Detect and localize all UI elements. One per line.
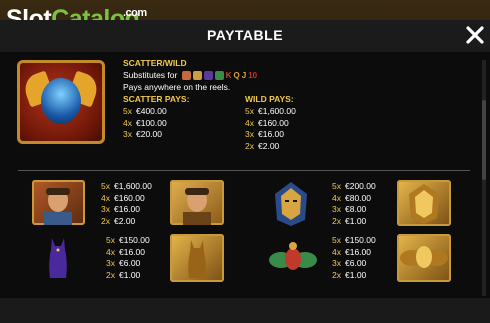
paytable-title: PAYTABLE: [206, 27, 284, 43]
scarab-symbol: [267, 240, 319, 278]
book-of-ra-scatter-symbol: [17, 60, 105, 144]
pharaoh-mini-icon: [192, 71, 202, 81]
scrollbar-thumb[interactable]: [482, 100, 486, 180]
scatter-wild-title: SCATTER/WILD: [123, 58, 187, 68]
pharaoh-mask-icon: [275, 182, 307, 226]
close-icon: [466, 26, 484, 44]
substitutes-line: Substitutes for K Q J 10: [123, 70, 259, 82]
section-divider: [18, 170, 470, 171]
paytable-scrollbar[interactable]: [482, 60, 486, 296]
number-10: 10: [248, 71, 258, 80]
pharaoh-mask-icon: [409, 184, 439, 224]
pay-row: 2x €2.00: [101, 215, 136, 226]
pay-row: 3x €6.00: [332, 258, 367, 268]
scarab-beetle-icon: [400, 246, 448, 268]
pay-row: 4x €100.00: [123, 117, 167, 128]
pay-row: 4x €16.00: [106, 246, 145, 257]
letter-q: Q: [233, 71, 240, 80]
pay-row: 2x €1.00: [332, 215, 367, 226]
pharaoh-symbol: [267, 180, 315, 226]
pay-row: 3x €16.00: [245, 129, 284, 139]
cat-statue-icon: [188, 240, 206, 278]
explorer-face-icon: [183, 188, 211, 225]
wild-pays-title: WILD PAYS:: [245, 94, 294, 104]
pay-row: 5x €200.00: [332, 181, 376, 191]
scarab-beetle-icon: [269, 242, 317, 270]
pay-row: 2x €1.00: [106, 269, 141, 280]
pay-row: 5x €1,600.00: [245, 106, 296, 116]
pay-row: 5x €150.00: [106, 235, 150, 245]
substitute-symbols: K Q J 10: [181, 70, 259, 82]
cat-symbol: [40, 234, 76, 282]
pay-row: 5x €400.00: [123, 106, 167, 116]
scatter-pays-title: SCATTER PAYS:: [123, 94, 190, 104]
pharaoh-gold-symbol: [397, 180, 451, 226]
explorer-face-icon: [44, 188, 72, 225]
pay-row: 3x €16.00: [101, 204, 140, 214]
pay-row: 2x €2.00: [245, 140, 280, 151]
explorer-symbol: [32, 180, 85, 225]
explorer-mini-icon: [181, 71, 191, 81]
scarab-body-icon: [41, 78, 81, 124]
pay-row: 4x €16.00: [332, 246, 371, 257]
close-button[interactable]: [464, 24, 486, 46]
letter-k: K: [225, 71, 232, 80]
pay-row: 3x €8.00: [332, 204, 367, 214]
cat-pays: 5x €150.00 4x €16.00 3x €6.00 2x €1.00: [106, 235, 150, 281]
pay-row: 5x €150.00: [332, 235, 376, 245]
cat-mini-icon: [203, 71, 213, 81]
pay-row: 4x €160.00: [101, 192, 145, 203]
explorer-pays: 5x €1,600.00 4x €160.00 3x €16.00 2x €2.00: [101, 181, 152, 227]
pay-row: 2x €1.00: [332, 269, 367, 280]
wild-pays-list: 5x €1,600.00 4x €160.00 3x €16.00 2x €2.00: [245, 106, 296, 152]
pays-anywhere-text: Pays anywhere on the reels.: [123, 82, 231, 92]
cat-gold-symbol: [170, 234, 224, 282]
scarab-pays: 5x €150.00 4x €16.00 3x €6.00 2x €1.00: [332, 235, 376, 281]
scatter-pays-list: 5x €400.00 4x €100.00 3x €20.00: [123, 106, 167, 141]
game-bottom-bar: [0, 298, 490, 323]
pay-row: 4x €160.00: [245, 117, 289, 128]
letter-j: J: [241, 71, 247, 80]
pharaoh-pays: 5x €200.00 4x €80.00 3x €8.00 2x €1.00: [332, 181, 376, 227]
pay-row: 5x €1,600.00: [101, 181, 152, 191]
scarab-mini-icon: [214, 71, 224, 81]
pay-row: 3x €6.00: [106, 258, 141, 268]
explorer-gold-symbol: [170, 180, 224, 225]
scarab-gold-symbol: [397, 234, 451, 282]
pay-row: 4x €80.00: [332, 192, 371, 203]
pay-row: 3x €20.00: [123, 129, 162, 139]
cat-statue-icon: [49, 238, 67, 278]
